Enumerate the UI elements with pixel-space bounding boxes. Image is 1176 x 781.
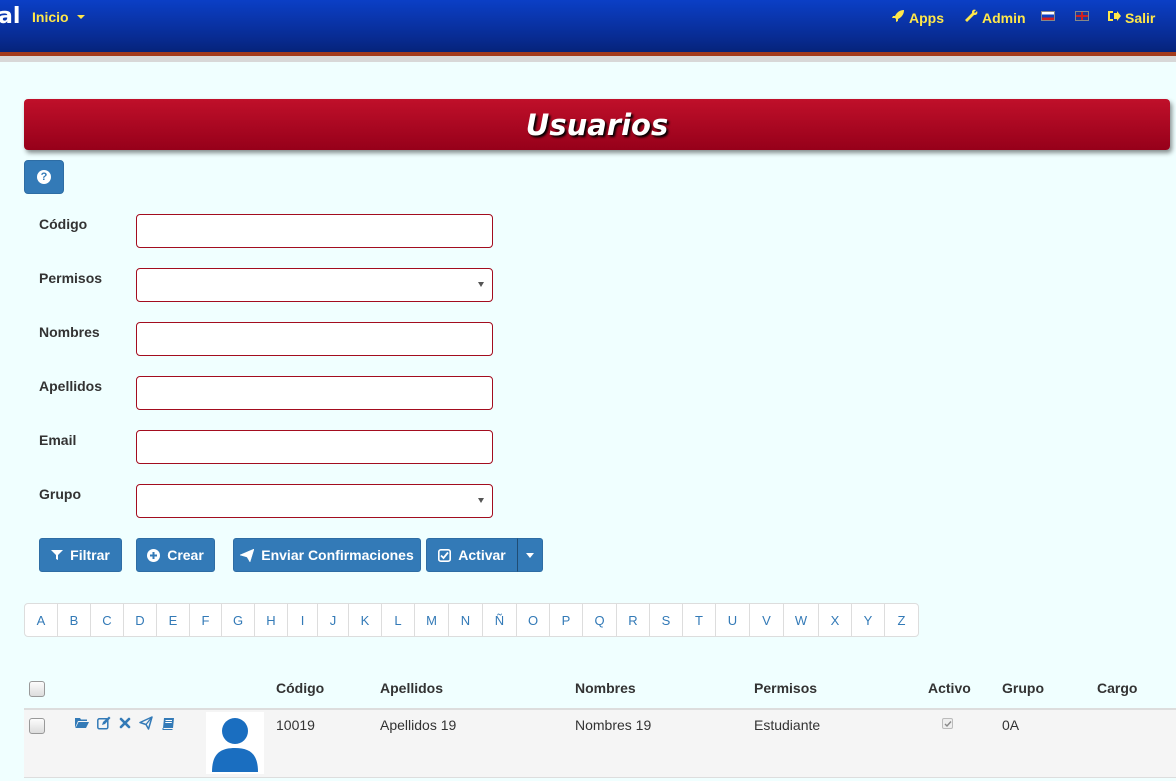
cell-apellidos: Apellidos 19 xyxy=(380,717,457,733)
nombres-input[interactable] xyxy=(136,322,493,356)
row-select-checkbox[interactable] xyxy=(29,718,45,734)
activar-button[interactable]: Activar xyxy=(426,538,518,572)
column-header-grupo[interactable]: Grupo xyxy=(1002,680,1044,696)
alphabet-letter-x[interactable]: X xyxy=(819,604,852,636)
alphabet-letter-j[interactable]: J xyxy=(318,604,349,636)
alphabet-letter-r[interactable]: R xyxy=(617,604,650,636)
alphabet-letter-l[interactable]: L xyxy=(382,604,415,636)
email-input[interactable] xyxy=(136,430,493,464)
sign-out-icon xyxy=(1107,9,1121,26)
column-header-activo[interactable]: Activo xyxy=(928,680,971,696)
book-icon[interactable] xyxy=(161,716,175,730)
alphabet-letter-s[interactable]: S xyxy=(650,604,683,636)
flag-russia-icon[interactable] xyxy=(1041,11,1055,21)
alphabet-pagination: ABCDEFGHIJKLMNÑOPQRSTUVWXYZ xyxy=(24,603,919,637)
apellidos-input[interactable] xyxy=(136,376,493,410)
select-all-checkbox[interactable] xyxy=(29,681,45,697)
alphabet-letter-d[interactable]: D xyxy=(124,604,157,636)
nav-apps-label: Apps xyxy=(909,9,944,26)
check-square-icon xyxy=(438,548,452,562)
column-header-cargo[interactable]: Cargo xyxy=(1097,680,1137,696)
cell-codigo: 10019 xyxy=(276,717,315,733)
paper-plane-icon[interactable] xyxy=(139,716,153,730)
cell-permisos: Estudiante xyxy=(754,717,821,733)
enviar-confirmaciones-button[interactable]: Enviar Confirmaciones xyxy=(233,538,421,572)
chevron-down-icon xyxy=(478,282,484,287)
cell-grupo: 0A xyxy=(1002,717,1020,733)
brand-logo[interactable]: al xyxy=(0,4,20,29)
filtrar-button[interactable]: Filtrar xyxy=(39,538,122,572)
alphabet-letter-k[interactable]: K xyxy=(349,604,382,636)
alphabet-letter-v[interactable]: V xyxy=(750,604,784,636)
alphabet-letter-z[interactable]: Z xyxy=(885,604,918,636)
column-header-apellidos[interactable]: Apellidos xyxy=(380,680,443,696)
paper-plane-icon xyxy=(240,548,255,562)
alphabet-letter-g[interactable]: G xyxy=(222,604,255,636)
alphabet-letter-h[interactable]: H xyxy=(255,604,288,636)
folder-open-icon[interactable] xyxy=(75,716,89,730)
help-button[interactable]: ? xyxy=(24,160,64,194)
edit-icon[interactable] xyxy=(97,716,111,730)
navbar-divider xyxy=(0,56,1176,62)
nav-inicio-label: Inicio xyxy=(32,9,69,25)
alphabet-letter-i[interactable]: I xyxy=(288,604,318,636)
nav-inicio-dropdown[interactable]: Inicio xyxy=(32,9,85,25)
nombres-label: Nombres xyxy=(39,324,100,340)
column-header-nombres[interactable]: Nombres xyxy=(575,680,636,696)
rocket-icon xyxy=(891,9,905,26)
alphabet-letter-y[interactable]: Y xyxy=(852,604,885,636)
filtrar-button-label: Filtrar xyxy=(70,547,110,563)
alphabet-letter-m[interactable]: M xyxy=(415,604,449,636)
nav-salir-link[interactable]: Salir xyxy=(1107,9,1155,26)
plus-circle-icon xyxy=(147,548,161,562)
crear-button[interactable]: Crear xyxy=(136,538,215,572)
filter-icon xyxy=(51,549,64,561)
alphabet-letter-q[interactable]: Q xyxy=(583,604,617,636)
crear-button-label: Crear xyxy=(167,547,204,563)
alphabet-letter-o[interactable]: O xyxy=(517,604,550,636)
permisos-label: Permisos xyxy=(39,270,103,286)
nav-apps-link[interactable]: Apps xyxy=(891,9,944,26)
enviar-button-label: Enviar Confirmaciones xyxy=(261,547,414,563)
alphabet-letter-a[interactable]: A xyxy=(25,604,58,636)
activar-button-label: Activar xyxy=(458,547,506,563)
activo-checkbox xyxy=(942,718,953,729)
apellidos-label: Apellidos xyxy=(39,378,103,394)
page-title: Usuarios xyxy=(525,107,669,142)
alphabet-letter-c[interactable]: C xyxy=(91,604,124,636)
alphabet-letter-w[interactable]: W xyxy=(784,604,819,636)
delete-icon[interactable] xyxy=(118,716,132,730)
alphabet-letter-t[interactable]: T xyxy=(683,604,716,636)
cell-nombres: Nombres 19 xyxy=(575,717,652,733)
alphabet-letter-f[interactable]: F xyxy=(190,604,222,636)
page-title-banner: Usuarios xyxy=(24,99,1170,150)
chevron-down-icon xyxy=(478,498,484,503)
user-avatar xyxy=(206,712,264,774)
nav-salir-label: Salir xyxy=(1125,9,1156,26)
alphabet-letter-e[interactable]: E xyxy=(157,604,190,636)
top-navbar: al Inicio Apps Admin Salir xyxy=(0,0,1176,52)
nav-admin-link[interactable]: Admin xyxy=(964,9,1026,26)
alphabet-letter-n[interactable]: N xyxy=(449,604,483,636)
column-header-permisos[interactable]: Permisos xyxy=(754,680,817,696)
alphabet-letter-b[interactable]: B xyxy=(58,604,91,636)
nav-admin-label: Admin xyxy=(982,9,1026,26)
flag-uk-icon[interactable] xyxy=(1075,11,1089,21)
permisos-select[interactable] xyxy=(136,268,493,302)
alphabet-letter-enye[interactable]: Ñ xyxy=(483,604,517,636)
alphabet-letter-p[interactable]: P xyxy=(550,604,583,636)
chevron-down-icon xyxy=(526,552,534,558)
alphabet-letter-u[interactable]: U xyxy=(716,604,750,636)
codigo-input[interactable] xyxy=(136,214,493,248)
codigo-label: Código xyxy=(39,216,88,232)
email-label: Email xyxy=(39,432,77,448)
activar-dropdown-toggle[interactable] xyxy=(517,538,543,572)
question-circle-icon: ? xyxy=(37,170,51,184)
chevron-down-icon xyxy=(76,15,85,19)
column-header-codigo[interactable]: Código xyxy=(276,680,324,696)
wrench-icon xyxy=(964,9,978,26)
grupo-label: Grupo xyxy=(39,486,81,502)
grupo-select[interactable] xyxy=(136,484,493,518)
